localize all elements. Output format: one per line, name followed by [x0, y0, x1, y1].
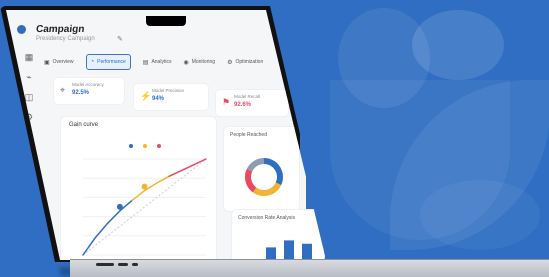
laptop-base [70, 259, 549, 277]
donut-slice [263, 158, 283, 186]
tab-label: Optimization [235, 59, 264, 65]
monitoring-icon: ◉ [183, 59, 189, 66]
recall-icon: ⚑ [222, 97, 231, 107]
usb-port [96, 263, 114, 266]
legend-marker [157, 144, 161, 148]
metric-card-recall: ⚑ Model Recall 92.6% [216, 90, 288, 116]
chart-icon[interactable]: ⌁ [24, 72, 34, 82]
grid-icon[interactable]: ▦ [24, 52, 34, 62]
app-logo-icon [17, 25, 26, 34]
baseline-series [82, 158, 207, 256]
page-subtitle: Presidency Campaign [36, 36, 95, 42]
overview-icon: ▣ [44, 59, 50, 66]
usb-port [118, 263, 128, 266]
conversion-bar-chart [266, 240, 312, 260]
conversion-bar [284, 240, 294, 260]
tab-label: Monitoring [191, 59, 216, 65]
metric-value: 92.5% [72, 90, 90, 96]
donut-slice [252, 182, 282, 196]
usb-port [132, 263, 138, 266]
tab-performance[interactable]: ◔ Performance [85, 54, 131, 70]
conversion-card: Conversion Rate Analysis [232, 210, 324, 260]
people-reached-donut [245, 158, 283, 196]
legend-marker [129, 144, 133, 148]
donut-slice [246, 158, 265, 172]
page-title: Campaign [35, 24, 85, 35]
tab-label: Analytics [151, 59, 172, 65]
tab-label: Performance [97, 59, 126, 65]
camera-notch [146, 16, 186, 26]
performance-icon: ◔ [90, 59, 95, 65]
tab-monitoring[interactable]: ◉ Monitoring [183, 54, 215, 70]
pencil-icon[interactable]: ✎ [117, 35, 123, 43]
metric-label: Model Recall [234, 94, 261, 99]
optimization-icon: ⚙ [227, 59, 233, 66]
people-reached-card: People Reached [224, 127, 299, 211]
legend-marker [143, 144, 147, 148]
metric-value: 94% [152, 96, 165, 102]
metric-value: 92.6% [234, 102, 252, 108]
series-marker [141, 183, 148, 190]
analytics-icon: ▤ [142, 59, 149, 66]
tab-optimization[interactable]: ⚙ Optimization [227, 54, 263, 70]
gain-series-segment [168, 169, 183, 178]
metric-label: Model Accuracy [72, 82, 104, 87]
gain-series-segment [131, 189, 146, 202]
gain-series-segment [156, 175, 170, 184]
gain-series-segment [180, 164, 195, 172]
gain-chart [82, 144, 207, 256]
tab-analytics[interactable]: ▤ Analytics [143, 54, 172, 70]
metric-card-precision: ⚡ Model Precision 94% [134, 84, 208, 110]
donut-slice [245, 168, 257, 193]
tab-label: Overview [52, 59, 74, 65]
metric-label: Model Precision [152, 88, 185, 93]
tab-overview[interactable]: ▣ Overview [44, 54, 74, 70]
laptop-mockup: Campaign Presidency Campaign ✎ ▦ ⌁ ◫ ⚙ ▣… [0, 0, 549, 277]
precision-icon: ⚡ [140, 91, 152, 101]
gain-chart-card: Gain curve [61, 117, 216, 260]
metric-card-accuracy: ⌖ Model Accuracy 92.5% [54, 78, 124, 104]
target-icon: ⌖ [60, 85, 66, 95]
tab-bar: ▣ Overview ◔ Performance ▤ Analytics ◉ M… [44, 54, 263, 70]
series-marker [116, 203, 123, 210]
conversion-bar [302, 243, 312, 260]
